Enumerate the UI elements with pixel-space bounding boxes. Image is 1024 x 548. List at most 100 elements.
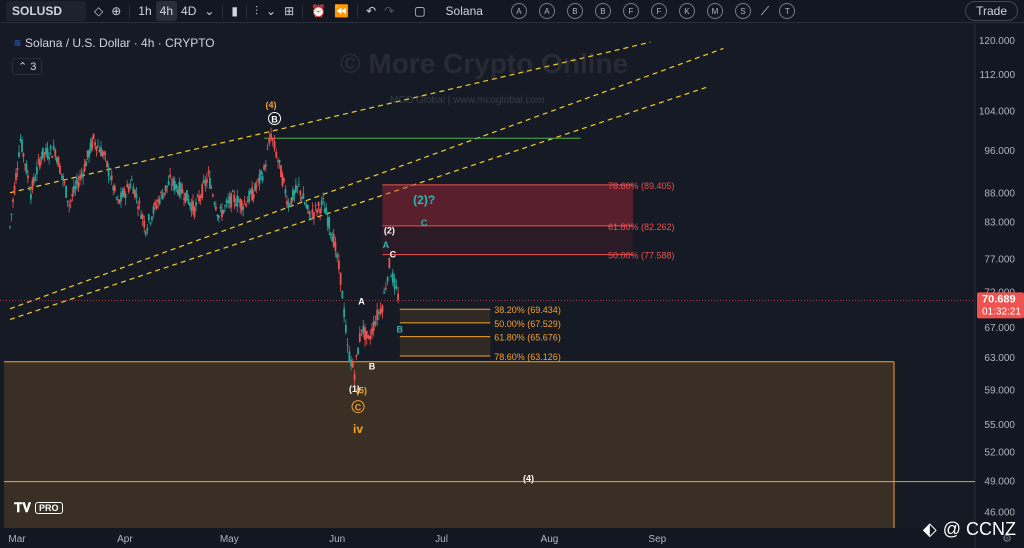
fib-label-upper: 50.00% (77.588) (608, 251, 675, 261)
candle-body (72, 185, 75, 194)
candle-body (314, 204, 317, 206)
candle-body (34, 179, 37, 181)
candle-body (76, 178, 78, 185)
candle-body (350, 359, 352, 367)
candle-body (63, 182, 66, 184)
candle-body (169, 174, 172, 178)
indicator-toggle[interactable]: ⌃ 3 (12, 58, 43, 75)
price-chart[interactable]: 78.60% (89.405) 61.80% (82.262) 50.00% (77… (0, 0, 1024, 548)
candle-body (210, 187, 213, 189)
candle-body (268, 138, 271, 144)
candle-body (329, 233, 332, 236)
fib-label-lower: 78.60% (63.126) (494, 352, 561, 362)
candle-body (204, 180, 207, 186)
fib-zone-lower (382, 225, 633, 255)
candle-body (332, 233, 335, 247)
candle-body (54, 149, 57, 157)
indicator-count: 3 (30, 61, 37, 73)
candle-body (9, 226, 11, 228)
candle-body (126, 184, 129, 188)
candle-body (124, 193, 127, 199)
candle-body (178, 181, 181, 197)
candle-body (355, 354, 358, 357)
candle-body (306, 204, 309, 210)
candle-body (79, 175, 81, 180)
candle-body (270, 133, 272, 140)
pro-badge: PRO (35, 502, 63, 514)
candle-body (217, 215, 220, 219)
candle-body (121, 191, 124, 198)
candle-body (123, 188, 126, 197)
fib-label-upper: 78.60% (89.405) (608, 181, 675, 191)
ccnz-watermark: ⬖ @ CCNZ (923, 519, 1016, 540)
candle-body (21, 139, 23, 152)
candle-body (143, 220, 146, 228)
candle-body (271, 137, 274, 141)
candle-body (303, 202, 306, 205)
candle-body (158, 198, 161, 205)
candle-body (151, 216, 153, 220)
wave-label: C (390, 250, 397, 260)
candle-body (49, 146, 52, 150)
candle-body (372, 321, 375, 331)
candle-body (208, 177, 211, 189)
support-zone (4, 361, 894, 528)
candle-body (195, 202, 197, 206)
candle-body (94, 142, 96, 146)
candle-body (393, 278, 396, 289)
candle-body (65, 185, 68, 198)
candle-body (112, 185, 115, 191)
candle-body (219, 206, 222, 209)
candle-body (369, 335, 372, 340)
chart-legend: ≡ Solana / U.S. Dollar · 4h · CRYPTO (14, 36, 215, 50)
candle-body (296, 186, 299, 188)
candle-body (163, 192, 166, 195)
candle-body (299, 190, 302, 196)
y-tick-label: 104.000 (979, 107, 1016, 118)
candle-body (391, 272, 394, 283)
wave-label: C (355, 403, 362, 413)
candle-body (273, 141, 276, 149)
candle-body (242, 206, 245, 210)
candle-body (222, 209, 225, 214)
candle-body (289, 205, 291, 207)
candle-body (152, 206, 155, 214)
candle-body (140, 214, 143, 219)
candle-body (224, 205, 226, 207)
candle-body (51, 155, 54, 158)
candle-body (117, 199, 119, 201)
candle-body (275, 151, 278, 158)
candle-body (154, 202, 156, 206)
candle-body (59, 165, 61, 174)
candle-body (308, 210, 311, 215)
candle-body (231, 191, 234, 193)
candle-body (138, 201, 141, 203)
candle-body (30, 193, 32, 200)
candle-body (211, 194, 214, 197)
candle-body (155, 205, 158, 209)
candle-body (85, 161, 88, 167)
candle-body (322, 198, 325, 200)
candle-body (103, 151, 105, 156)
tradingview-logo: 𝐓𝐕 PRO (14, 500, 63, 516)
candle-body (344, 324, 347, 333)
candle-body (82, 172, 85, 178)
candle-body (127, 187, 130, 192)
candle-body (13, 185, 16, 195)
candle-body (255, 186, 258, 188)
candle-body (386, 276, 389, 282)
wave-label: (2) (384, 225, 395, 235)
candle-body (378, 311, 380, 314)
candle-body (207, 171, 210, 173)
candle-body (71, 194, 74, 197)
candle-body (97, 145, 99, 147)
y-tick-label: 83.000 (984, 217, 1015, 228)
candle-body (132, 186, 135, 194)
candle-body (297, 183, 300, 185)
candle-body (320, 200, 323, 206)
candle-body (147, 214, 150, 221)
candle-body (228, 196, 231, 204)
candle-body (45, 147, 47, 154)
candle-body (18, 152, 20, 157)
candle-body (258, 173, 261, 184)
